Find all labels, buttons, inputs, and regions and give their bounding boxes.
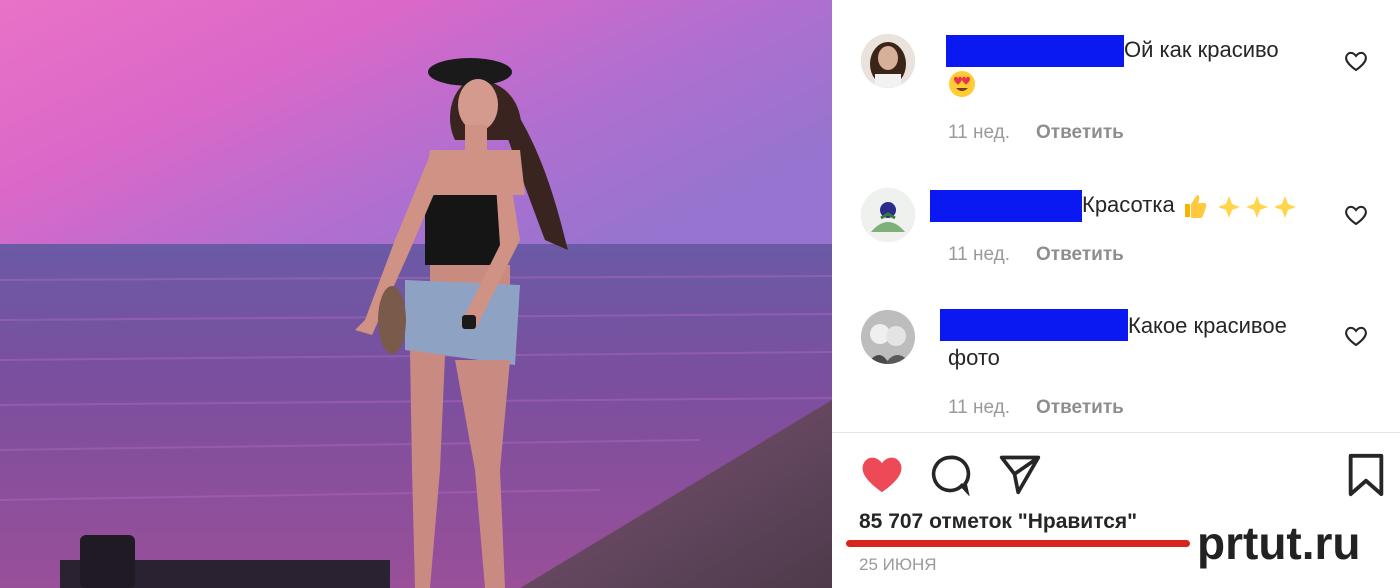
sparkles-icon	[1217, 196, 1296, 219]
bookmark-icon[interactable]	[1346, 452, 1386, 498]
post-date: 25 ИЮНЯ	[859, 555, 937, 574]
share-icon[interactable]	[998, 452, 1042, 496]
comment-time: 11 нед.	[948, 122, 1011, 143]
redacted-username	[946, 35, 1124, 67]
divider	[832, 432, 1400, 433]
reply-button[interactable]: Ответить	[1036, 244, 1124, 266]
redacted-username	[930, 190, 1082, 222]
avatar[interactable]	[861, 34, 915, 88]
post-photo[interactable]	[0, 0, 832, 588]
like-comment-heart-icon[interactable]	[1344, 325, 1368, 347]
avatar[interactable]	[861, 310, 915, 364]
liked-heart-icon[interactable]	[860, 454, 904, 494]
comment-text: Какое красивое	[1128, 313, 1287, 338]
reply-button[interactable]: Ответить	[1036, 397, 1124, 419]
redacted-username	[940, 309, 1128, 341]
like-comment-heart-icon[interactable]	[1344, 50, 1368, 72]
watermark: prtut.ru	[1197, 517, 1361, 569]
comment-time: 11 нед.	[948, 244, 1011, 265]
heart-eyes-emoji	[948, 67, 976, 98]
comment-time: 11 нед.	[948, 397, 1011, 418]
comment-text: Красотка	[1082, 189, 1299, 220]
like-comment-heart-icon[interactable]	[1344, 204, 1368, 226]
reply-button[interactable]: Ответить	[1036, 122, 1124, 144]
comments-panel: Ой как красиво 11 нед. Ответить Красотка…	[832, 0, 1400, 588]
comment-text-continued: фото	[948, 345, 1000, 370]
highlight-underline	[846, 540, 1190, 547]
comment-icon[interactable]	[928, 452, 972, 496]
avatar[interactable]	[861, 188, 915, 242]
comment-text: Ой как красиво	[1124, 37, 1279, 62]
thumbs-up-emoji	[1184, 195, 1207, 219]
likes-count[interactable]: 85 707 отметок "Нравится"	[859, 510, 1137, 534]
